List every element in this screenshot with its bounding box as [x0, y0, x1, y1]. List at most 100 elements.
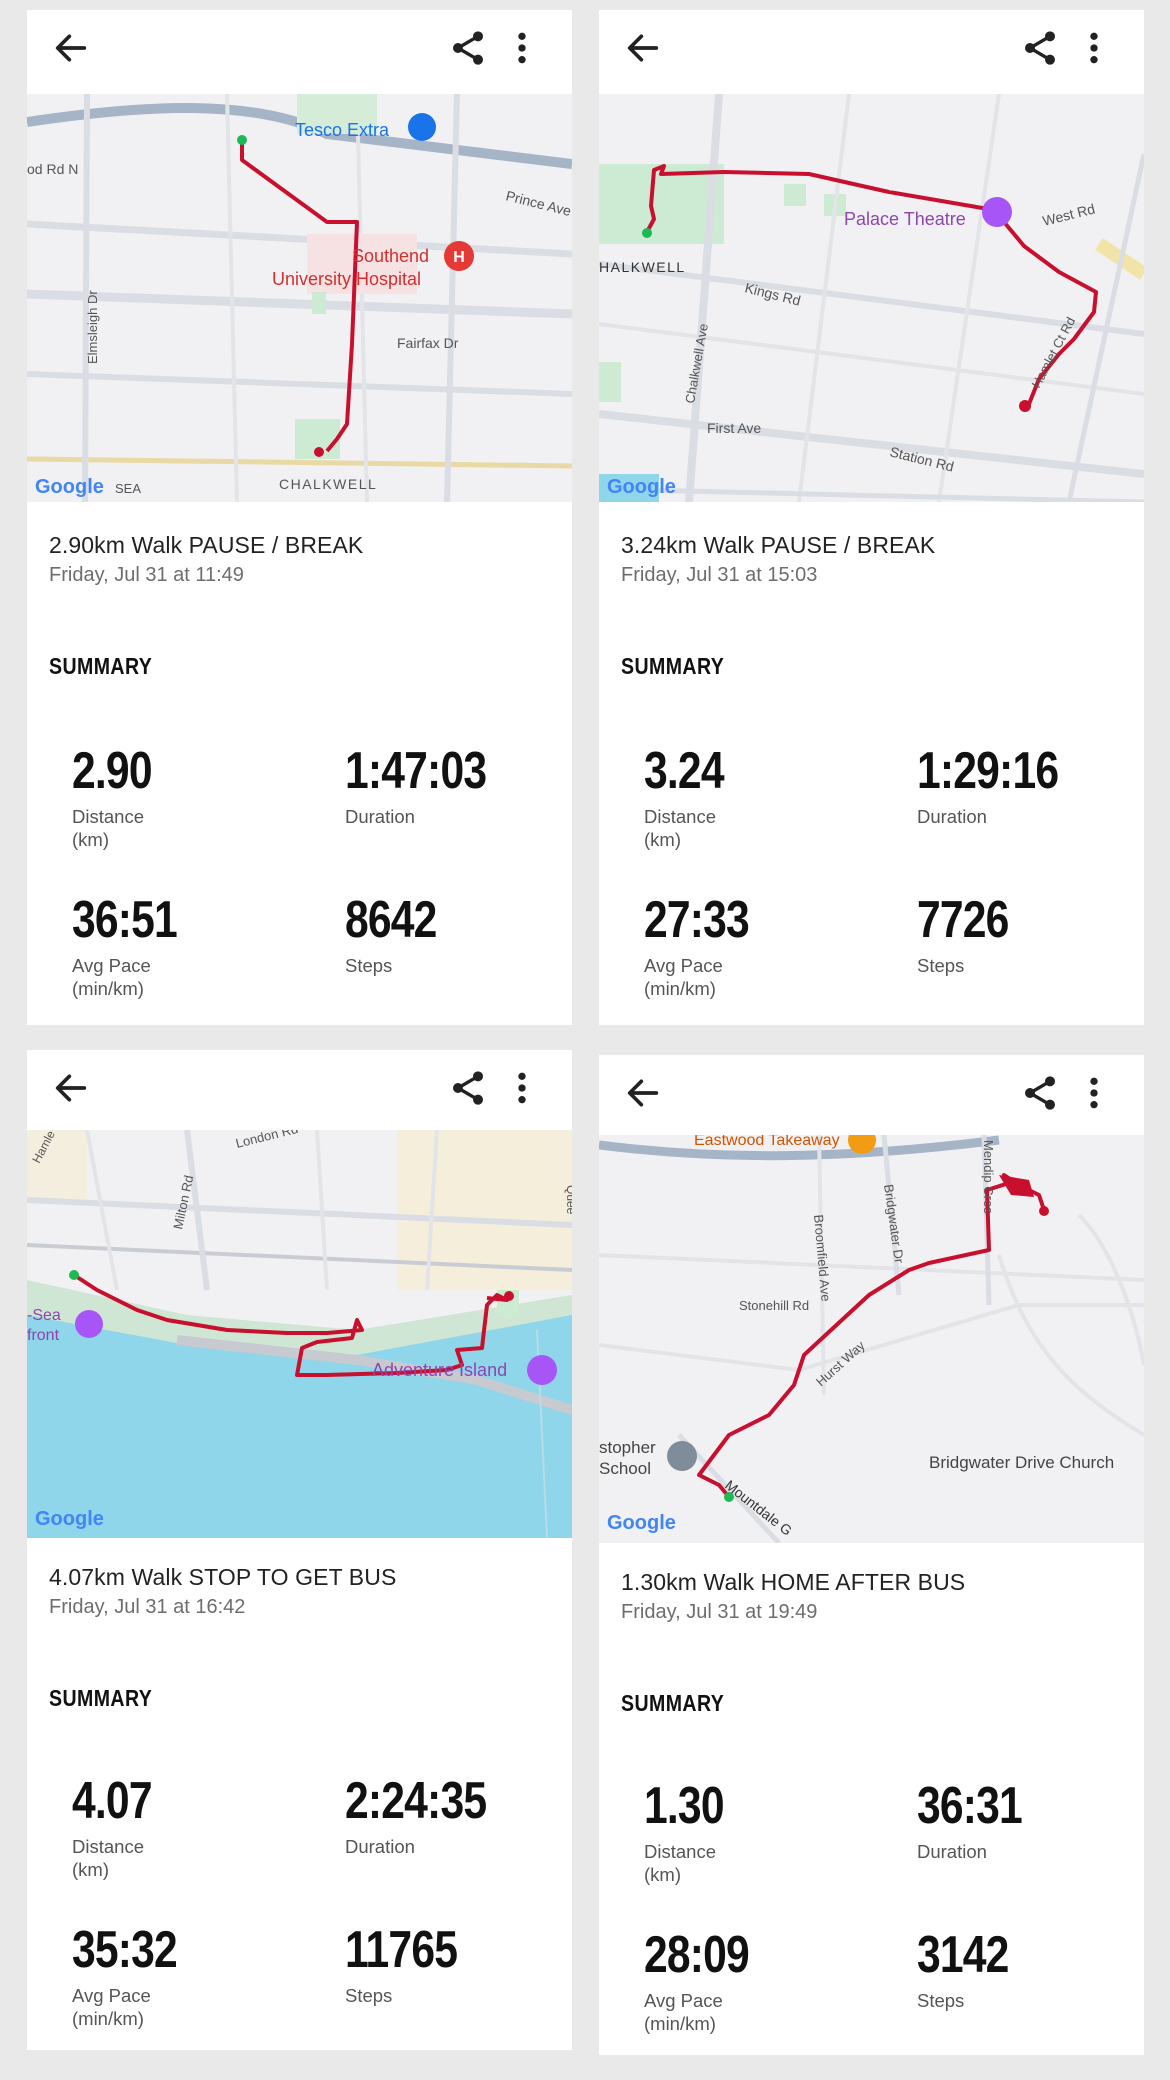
distance-label: Distance [72, 1836, 144, 1857]
steps-label: Steps [917, 1990, 965, 2011]
stat-pace: 28:09 Avg Pace (min/km) [644, 1929, 904, 2035]
map-label: Palace Theatre [844, 209, 966, 229]
card-toolbar [27, 10, 572, 86]
back-arrow-icon[interactable] [51, 28, 91, 68]
steps-label: Steps [345, 1985, 393, 2006]
distance-label: Distance [644, 1841, 716, 1862]
activity-title: 3.24km Walk PAUSE / BREAK [621, 532, 936, 558]
card-toolbar [599, 10, 1144, 86]
activity-title: 4.07km Walk STOP TO GET BUS [49, 1564, 397, 1590]
activity-date: Friday, Jul 31 at 16:42 [49, 1596, 246, 1618]
pace-label: Avg Pace [644, 1990, 723, 2011]
pace-value: 36:51 [72, 891, 178, 949]
steps-value: 7726 [917, 891, 1009, 949]
distance-value: 1.30 [644, 1777, 725, 1835]
pace-unit: (min/km) [72, 978, 144, 999]
stat-distance: 3.24 Distance (km) [644, 745, 904, 851]
map-label: School [599, 1459, 651, 1478]
activity-title: 2.90km Walk PAUSE / BREAK [49, 532, 364, 558]
route-map[interactable]: H Tesco Extra Prince Ave od Rd N Southen… [27, 94, 572, 502]
google-logo: Google [35, 476, 104, 498]
route-map[interactable]: London Rd Milton Rd Hamle -Sea front Adv… [27, 1130, 572, 1538]
stat-pace: 27:33 Avg Pace (min/km) [644, 894, 904, 1000]
activity-title: 1.30km Walk HOME AFTER BUS [621, 1569, 966, 1595]
map-label: HALKWELL [599, 259, 686, 275]
map-label: Fairfax Dr [397, 335, 459, 351]
map-label: Mendip Cres [981, 1140, 996, 1214]
duration-label: Duration [345, 1836, 415, 1857]
back-arrow-icon[interactable] [623, 1073, 663, 1113]
steps-label: Steps [345, 955, 393, 976]
route-map[interactable]: Eastwood Takeaway Mendip Cres Broomfield… [599, 1135, 1144, 1543]
distance-value: 3.24 [644, 742, 725, 800]
activity-date: Friday, Jul 31 at 15:03 [621, 564, 818, 586]
share-icon[interactable] [1020, 28, 1060, 68]
card-toolbar [599, 1055, 1144, 1131]
stat-pace: 35:32 Avg Pace (min/km) [72, 1924, 332, 2030]
summary-heading: SUMMARY [49, 1685, 153, 1711]
more-options-icon[interactable] [502, 1068, 542, 1108]
map-label: od Rd N [27, 161, 78, 177]
more-options-icon[interactable] [1074, 28, 1114, 68]
map-label: Southend [352, 246, 429, 266]
share-icon[interactable] [448, 28, 488, 68]
stat-duration: 1:29:16 Duration [917, 745, 1144, 828]
map-label: Adventure Island [372, 1360, 507, 1380]
activity-card-1: H Tesco Extra Prince Ave od Rd N Southen… [27, 10, 572, 1025]
activity-card-4: Eastwood Takeaway Mendip Cres Broomfield… [599, 1055, 1144, 2055]
activity-date: Friday, Jul 31 at 11:49 [49, 564, 244, 586]
map-label: First Ave [707, 420, 761, 436]
distance-unit: (km) [644, 1864, 681, 1885]
stat-pace: 36:51 Avg Pace (min/km) [72, 894, 332, 1000]
map-label: front [27, 1327, 60, 1344]
activity-card-3: London Rd Milton Rd Hamle -Sea front Adv… [27, 1050, 572, 2050]
pace-unit: (min/km) [72, 2008, 144, 2029]
map-label: Stonehill Rd [739, 1298, 809, 1313]
pace-label: Avg Pace [644, 955, 723, 976]
more-options-icon[interactable] [502, 28, 542, 68]
summary-heading: SUMMARY [49, 653, 153, 679]
pace-value: 27:33 [644, 891, 750, 949]
map-label: SEA [115, 481, 141, 496]
distance-value: 4.07 [72, 1772, 153, 1830]
route-map[interactable]: Palace Theatre West Rd HALKWELL Kings Rd… [599, 94, 1144, 502]
distance-label: Distance [72, 806, 144, 827]
distance-label: Distance [644, 806, 716, 827]
share-icon[interactable] [1020, 1073, 1060, 1113]
more-options-icon[interactable] [1074, 1073, 1114, 1113]
stat-distance: 4.07 Distance (km) [72, 1775, 332, 1881]
steps-value: 3142 [917, 1926, 1009, 1984]
pace-label: Avg Pace [72, 955, 151, 976]
steps-value: 8642 [345, 891, 437, 949]
map-label: Tesco Extra [295, 120, 390, 140]
map-label: Elmsleigh Dr [85, 290, 100, 364]
duration-label: Duration [917, 1841, 987, 1862]
duration-value: 1:47:03 [345, 742, 487, 800]
google-logo: Google [607, 476, 676, 498]
stat-steps: 11765 Steps [345, 1924, 572, 2007]
summary-heading: SUMMARY [621, 653, 725, 679]
stat-distance: 2.90 Distance (km) [72, 745, 332, 851]
map-label: Quee [564, 1185, 572, 1215]
duration-value: 36:31 [917, 1777, 1023, 1835]
distance-unit: (km) [72, 829, 109, 850]
stat-duration: 36:31 Duration [917, 1780, 1144, 1863]
duration-value: 2:24:35 [345, 1772, 487, 1830]
stat-steps: 7726 Steps [917, 894, 1144, 977]
back-arrow-icon[interactable] [51, 1068, 91, 1108]
svg-text:H: H [453, 249, 465, 266]
duration-value: 1:29:16 [917, 742, 1059, 800]
share-icon[interactable] [448, 1068, 488, 1108]
stat-steps: 8642 Steps [345, 894, 572, 977]
stat-duration: 1:47:03 Duration [345, 745, 572, 828]
back-arrow-icon[interactable] [623, 28, 663, 68]
card-toolbar [27, 1050, 572, 1126]
activity-date: Friday, Jul 31 at 19:49 [621, 1601, 818, 1623]
summary-heading: SUMMARY [621, 1690, 725, 1716]
pace-value: 35:32 [72, 1921, 178, 1979]
stat-duration: 2:24:35 Duration [345, 1775, 572, 1858]
stat-steps: 3142 Steps [917, 1929, 1144, 2012]
map-label: Bridgwater Drive Church [929, 1453, 1114, 1472]
distance-unit: (km) [644, 829, 681, 850]
map-label: University Hospital [272, 269, 421, 289]
